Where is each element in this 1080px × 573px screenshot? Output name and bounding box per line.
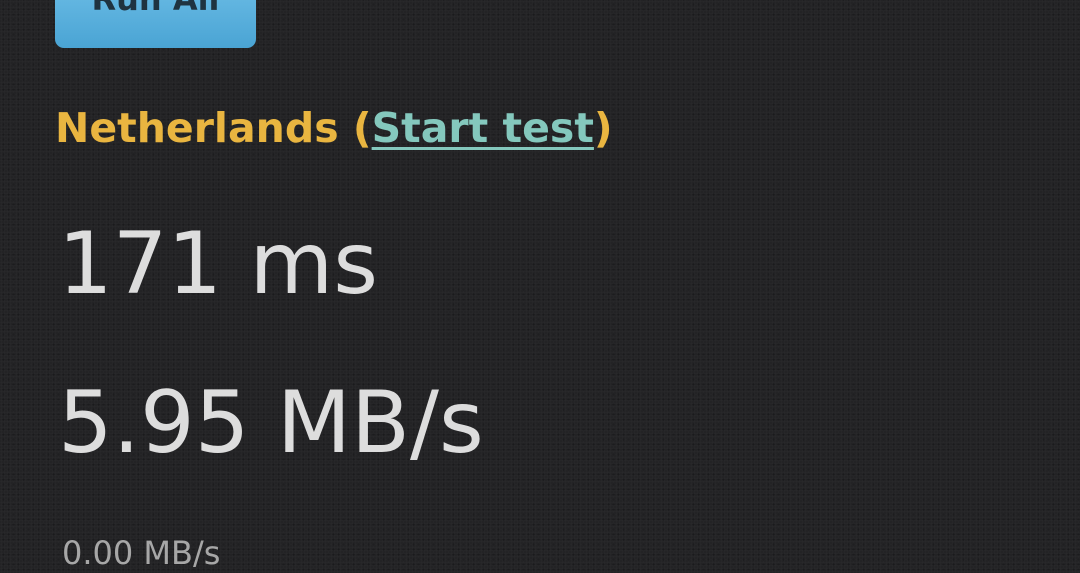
close-paren: ) — [593, 104, 613, 152]
region-name: Netherlands — [55, 104, 339, 152]
secondary-throughput-value: 0.00 MB/s — [62, 534, 221, 572]
open-paren: ( — [338, 104, 372, 152]
start-test-link[interactable]: Start test — [372, 104, 594, 152]
run-all-button[interactable]: Run All — [55, 0, 256, 48]
region-heading: Netherlands (Start test) — [55, 101, 613, 155]
latency-value: 171 ms — [58, 214, 379, 314]
throughput-value: 5.95 MB/s — [58, 373, 484, 473]
